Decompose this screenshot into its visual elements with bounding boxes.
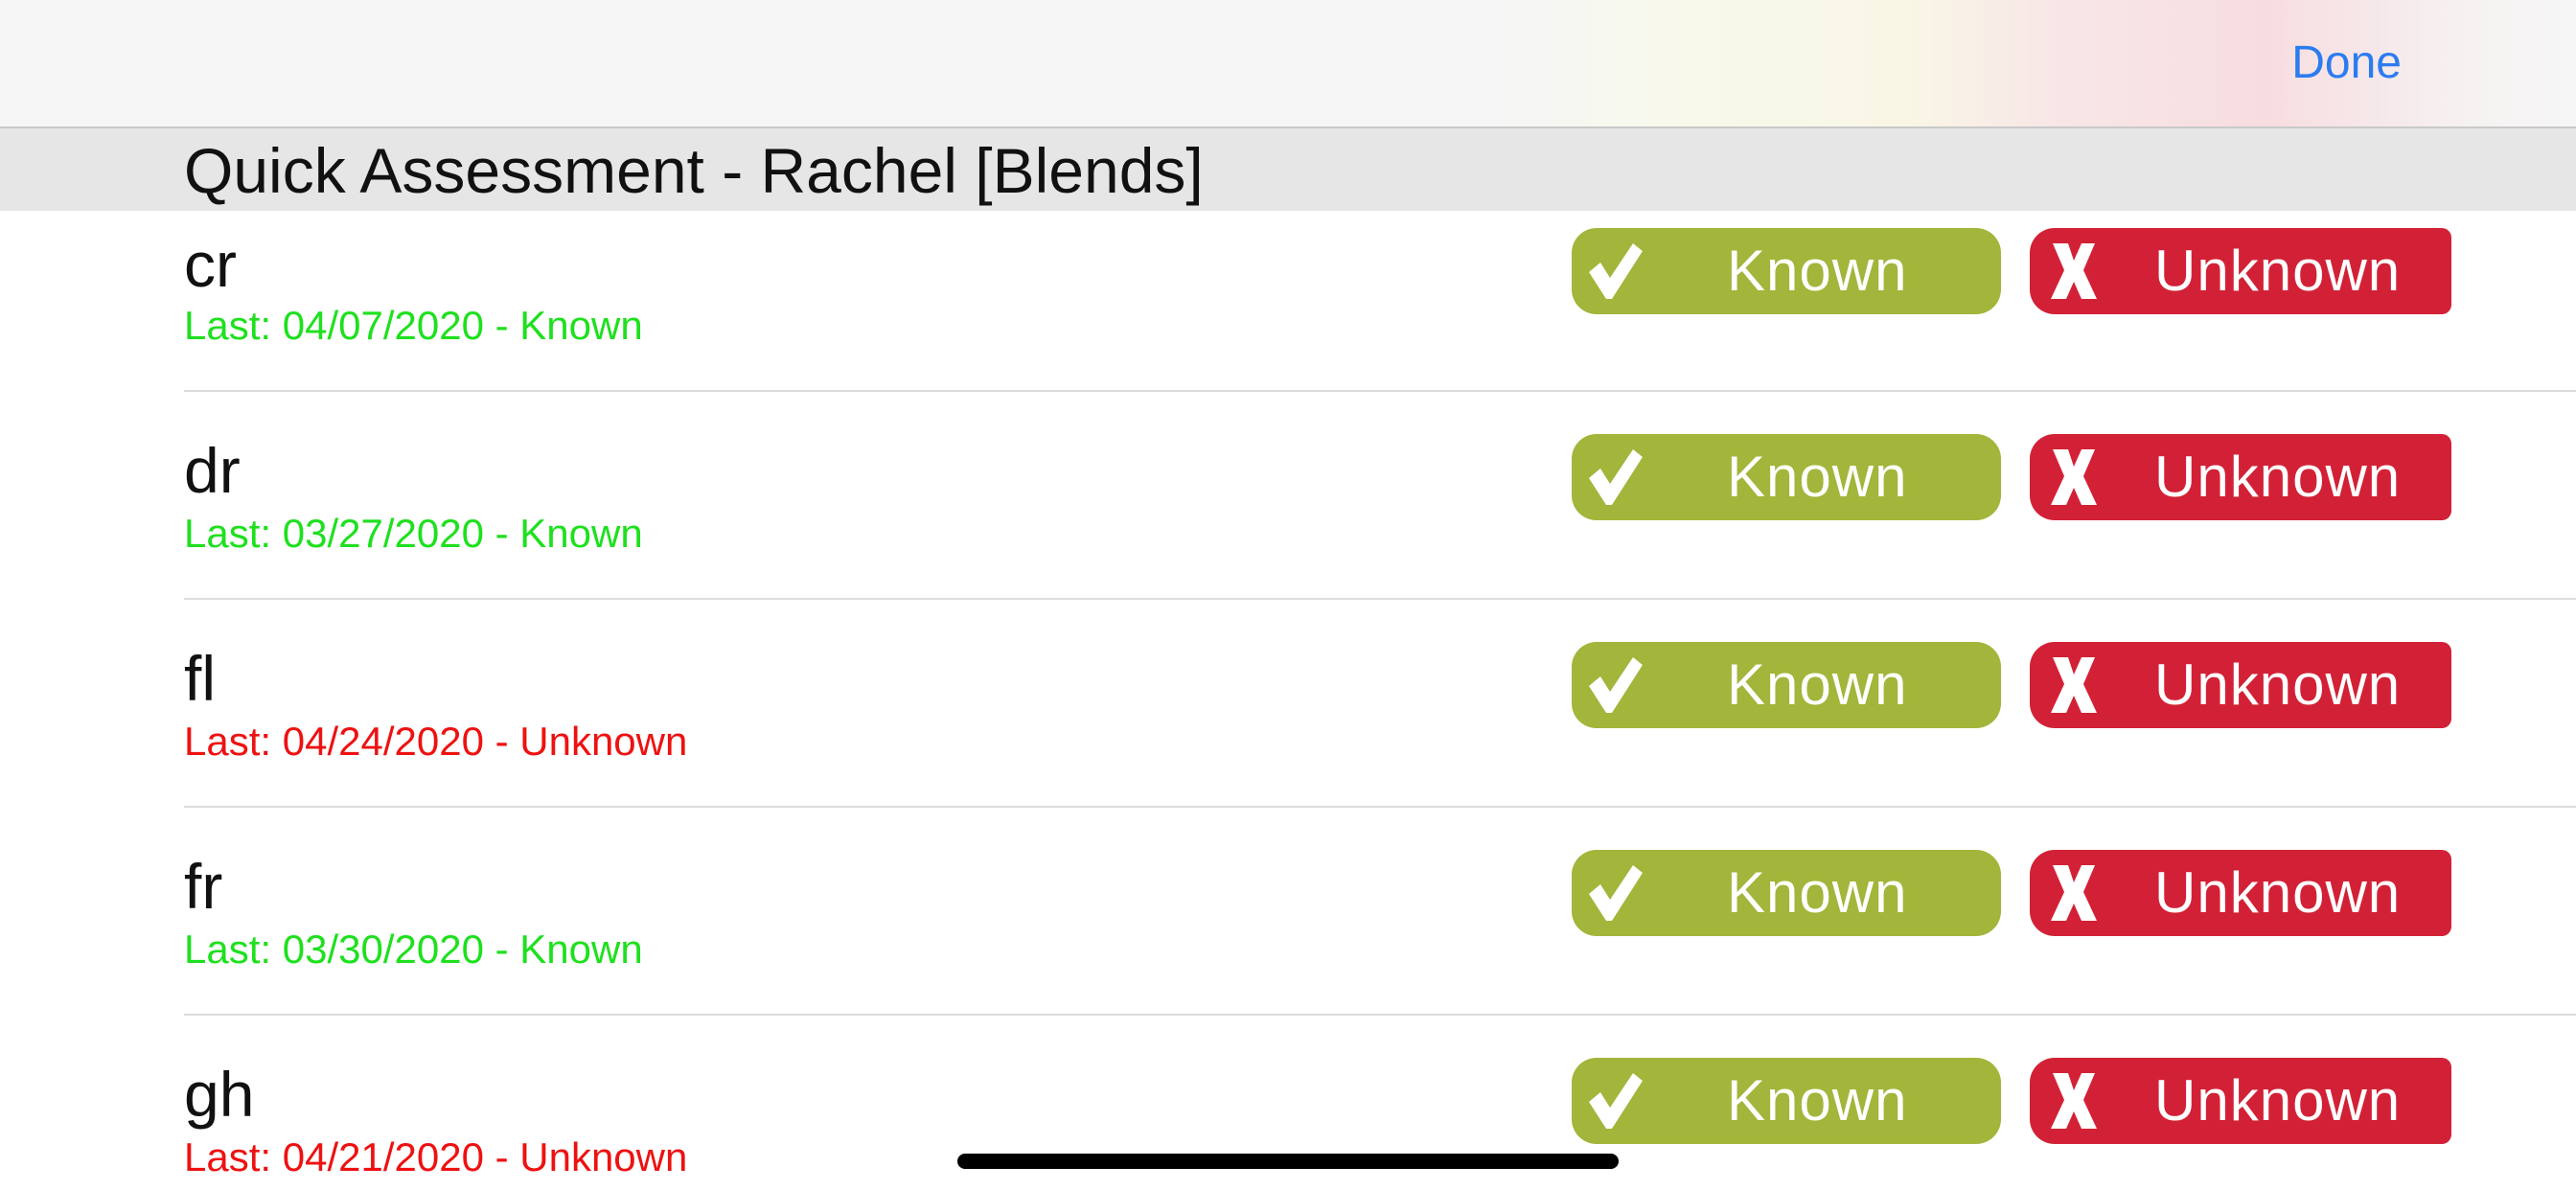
- item-label: fl: [184, 643, 216, 714]
- known-button[interactable]: Known: [1572, 434, 2001, 520]
- checkmark-icon: [1589, 657, 1643, 713]
- checkmark-icon: [1589, 865, 1643, 921]
- list-item: cr Last: 04/07/2020 - Known Known Unknow…: [184, 211, 2576, 392]
- list-item: dr Last: 03/27/2020 - Known Known Unknow…: [184, 392, 2576, 600]
- unknown-button-label: Unknown: [2154, 860, 2402, 925]
- known-button[interactable]: Known: [1572, 1058, 2001, 1144]
- known-button[interactable]: Known: [1572, 228, 2001, 314]
- home-indicator[interactable]: [957, 1154, 1619, 1169]
- list-item: fr Last: 03/30/2020 - Known Known Unknow…: [184, 808, 2576, 1016]
- item-label: fr: [184, 851, 223, 922]
- unknown-button[interactable]: Unknown: [2030, 434, 2451, 520]
- known-button-label: Known: [1727, 239, 1908, 303]
- known-button-label: Known: [1727, 652, 1908, 717]
- checkmark-icon: [1589, 243, 1643, 299]
- unknown-button[interactable]: Unknown: [2030, 642, 2451, 728]
- checkmark-icon: [1589, 449, 1643, 505]
- known-button-label: Known: [1727, 445, 1908, 509]
- navigation-bar: Done: [0, 0, 2576, 128]
- unknown-button[interactable]: Unknown: [2030, 1058, 2451, 1144]
- last-result-text: Last: 04/21/2020 - Unknown: [184, 1134, 688, 1179]
- done-button[interactable]: Done: [2291, 33, 2402, 94]
- item-label: dr: [184, 435, 241, 506]
- unknown-button[interactable]: Unknown: [2030, 228, 2451, 314]
- checkmark-icon: [1589, 1073, 1643, 1129]
- known-button-label: Known: [1727, 1068, 1908, 1133]
- known-button-label: Known: [1727, 860, 1908, 925]
- x-icon: [2051, 657, 2097, 713]
- known-button[interactable]: Known: [1572, 850, 2001, 936]
- x-icon: [2051, 865, 2097, 921]
- last-result-text: Last: 03/30/2020 - Known: [184, 927, 643, 972]
- section-header: Quick Assessment - Rachel [Blends]: [0, 128, 2576, 211]
- x-icon: [2051, 1073, 2097, 1129]
- list-item: fl Last: 04/24/2020 - Unknown Known Unkn…: [184, 600, 2576, 808]
- x-icon: [2051, 449, 2097, 505]
- screen: Done Quick Assessment - Rachel [Blends] …: [0, 0, 2576, 1190]
- unknown-button-label: Unknown: [2154, 445, 2402, 509]
- unknown-button[interactable]: Unknown: [2030, 850, 2451, 936]
- unknown-button-label: Unknown: [2154, 1068, 2402, 1133]
- page-title: Quick Assessment - Rachel [Blends]: [184, 135, 1204, 206]
- unknown-button-label: Unknown: [2154, 239, 2402, 303]
- assessment-list: cr Last: 04/07/2020 - Known Known Unknow…: [0, 211, 2576, 1190]
- known-button[interactable]: Known: [1572, 642, 2001, 728]
- item-label: cr: [184, 229, 237, 300]
- last-result-text: Last: 04/24/2020 - Unknown: [184, 719, 688, 764]
- last-result-text: Last: 04/07/2020 - Known: [184, 303, 643, 348]
- x-icon: [2051, 243, 2097, 299]
- unknown-button-label: Unknown: [2154, 652, 2402, 717]
- last-result-text: Last: 03/27/2020 - Known: [184, 511, 643, 556]
- item-label: gh: [184, 1059, 255, 1130]
